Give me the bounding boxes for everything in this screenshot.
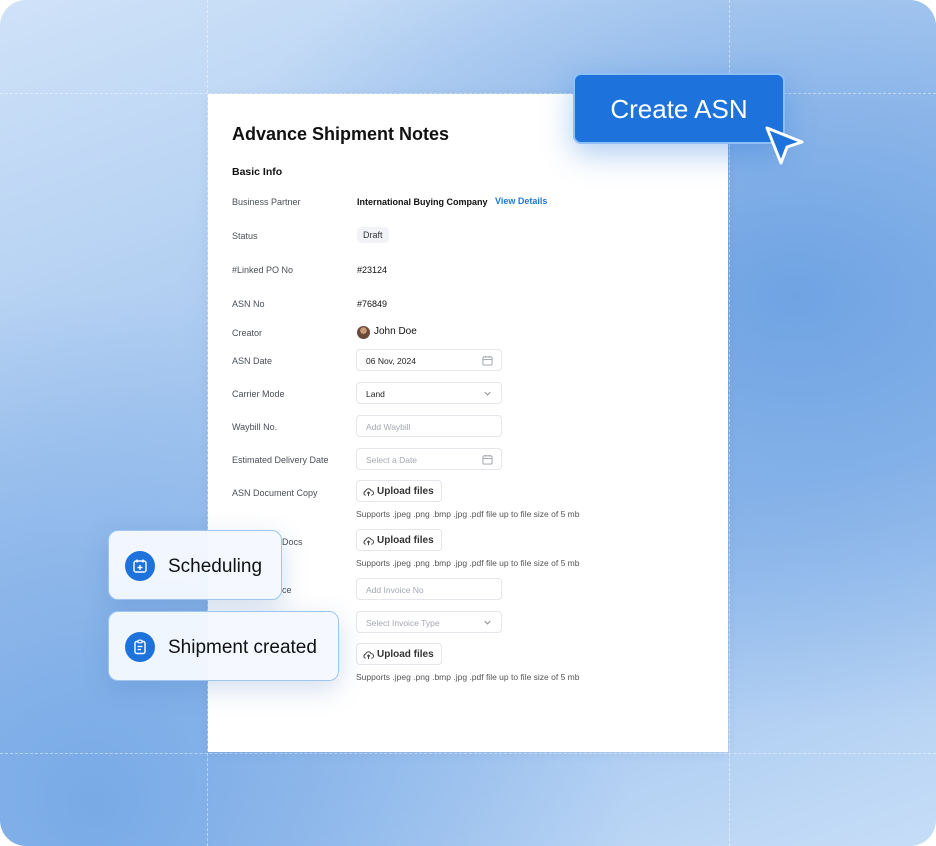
create-asn-button[interactable]: Create ASN [573, 73, 785, 144]
other-docs-upload-button[interactable]: Upload files [356, 529, 442, 551]
upload-label: Upload files [377, 535, 434, 546]
cloud-upload-icon [363, 651, 374, 660]
chevron-down-icon [484, 391, 491, 396]
grid-line [0, 753, 936, 754]
waybill-label: Waybill No. [232, 422, 278, 432]
invoice-type-select[interactable]: Select Invoice Type [356, 611, 502, 633]
upload-hint: Supports .jpeg .png .bmp .jpg .pdf file … [356, 558, 580, 568]
upload-hint: Supports .jpeg .png .bmp .jpg .pdf file … [356, 509, 580, 519]
clipboard-icon [125, 632, 155, 662]
scheduling-label: Scheduling [168, 556, 263, 577]
upload-hint: Supports .jpeg .png .bmp .jpg .pdf file … [356, 672, 580, 682]
upload-label: Upload files [377, 649, 434, 660]
est-delivery-field[interactable]: Select a Date [356, 448, 502, 470]
asn-date-value: 06 Nov, 2024 [366, 356, 416, 366]
view-details-link[interactable]: View Details [495, 196, 547, 206]
other-docs-label: Docs [282, 537, 303, 547]
invoice-input[interactable]: Add Invoice No [356, 578, 502, 600]
chevron-down-icon [484, 620, 491, 625]
create-asn-label: Create ASN [610, 94, 748, 124]
waybill-input[interactable]: Add Waybill [356, 415, 502, 437]
upload-label: Upload files [377, 486, 434, 497]
invoice-upload-button[interactable]: Upload files [356, 643, 442, 665]
creator-name: John Doe [374, 326, 417, 337]
carrier-mode-select[interactable]: Land [356, 382, 502, 404]
est-delivery-placeholder: Select a Date [366, 455, 418, 465]
avatar [357, 326, 370, 339]
cloud-upload-icon [363, 488, 374, 497]
linked-po-value: #23124 [357, 265, 388, 275]
creator-label: Creator [232, 328, 263, 338]
waybill-placeholder: Add Waybill [366, 422, 411, 432]
asn-no-label: ASN No [232, 299, 265, 309]
page-title: Advance Shipment Notes [232, 124, 450, 144]
cloud-upload-icon [363, 537, 374, 546]
status-label: Status [232, 231, 258, 241]
carrier-mode-label: Carrier Mode [232, 389, 285, 399]
asn-date-label: ASN Date [232, 356, 273, 366]
asn-doc-label: ASN Document Copy [232, 488, 318, 498]
business-partner-value: International Buying Company [357, 197, 488, 207]
linked-po-label: #Linked PO No [232, 265, 294, 275]
asn-doc-upload-button[interactable]: Upload files [356, 480, 442, 502]
shipment-created-label: Shipment created [168, 637, 317, 658]
asn-no-value: #76849 [357, 299, 388, 309]
carrier-mode-value: Land [366, 389, 385, 399]
calendar-icon [482, 355, 493, 366]
scheduling-chip: Scheduling [108, 530, 282, 600]
invoice-placeholder: Add Invoice No [366, 585, 424, 595]
cursor-arrow-icon [765, 126, 804, 165]
invoice-type-placeholder: Select Invoice Type [366, 618, 440, 628]
shipment-created-chip: Shipment created [108, 611, 339, 681]
calendar-icon [482, 454, 493, 465]
invoice-label: ce [282, 585, 292, 595]
section-title: Basic Info [232, 166, 283, 178]
business-partner-label: Business Partner [232, 197, 301, 207]
calendar-plus-icon [125, 551, 155, 581]
est-delivery-label: Estimated Delivery Date [232, 455, 329, 465]
status-badge: Draft [357, 227, 389, 243]
asn-date-field[interactable]: 06 Nov, 2024 [356, 349, 502, 371]
